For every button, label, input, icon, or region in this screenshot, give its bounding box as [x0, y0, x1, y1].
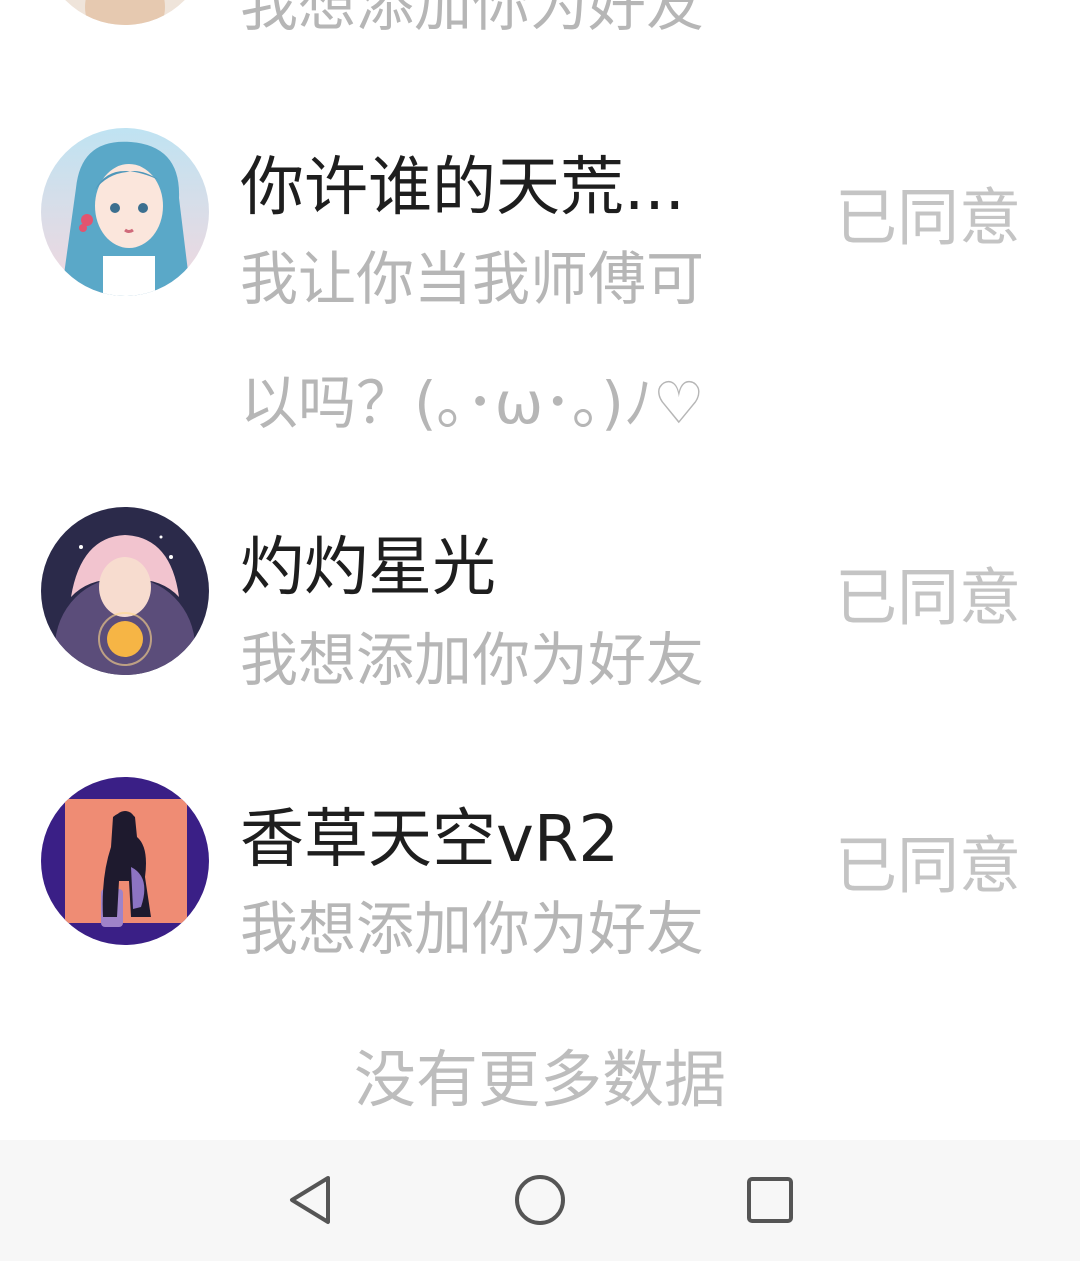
- list-item[interactable]: 灼灼星光 我想添加你为好友 已同意: [0, 500, 1080, 700]
- avatar: [41, 0, 209, 25]
- system-nav-bar: [0, 1140, 1080, 1261]
- avatar: [41, 777, 209, 945]
- avatar: [41, 128, 209, 296]
- requester-name: 香草天空vR2: [240, 803, 620, 877]
- back-triangle-icon[interactable]: [278, 1168, 342, 1232]
- request-message: 我想添加你为好友: [240, 0, 705, 39]
- friend-request-list: 我想添加你为好友 你许谁的天荒... 我让你当我师傅可以吗？(｡･ω･｡)ﾉ♡ …: [0, 0, 1080, 1140]
- home-circle-icon[interactable]: [508, 1168, 572, 1232]
- list-item[interactable]: 香草天空vR2 我想添加你为好友 已同意: [0, 770, 1080, 970]
- requester-name: 你许谁的天荒...: [240, 151, 686, 225]
- status-badge: 已同意: [835, 561, 1022, 634]
- avatar: [41, 507, 209, 675]
- request-message: 我让你当我师傅可以吗？(｡･ω･｡)ﾉ♡: [240, 245, 705, 437]
- status-badge: 已同意: [835, 181, 1022, 254]
- requester-name: 灼灼星光: [240, 531, 496, 605]
- request-message: 我想添加你为好友: [240, 626, 705, 694]
- request-message: 我想添加你为好友: [240, 895, 705, 963]
- list-item[interactable]: 你许谁的天荒... 我让你当我师傅可以吗？(｡･ω･｡)ﾉ♡ 已同意: [0, 120, 1080, 440]
- status-badge: 已同意: [835, 829, 1022, 902]
- recents-square-icon[interactable]: [738, 1168, 802, 1232]
- list-item[interactable]: 我想添加你为好友: [0, 0, 1080, 60]
- no-more-data-label: 没有更多数据: [353, 1043, 726, 1116]
